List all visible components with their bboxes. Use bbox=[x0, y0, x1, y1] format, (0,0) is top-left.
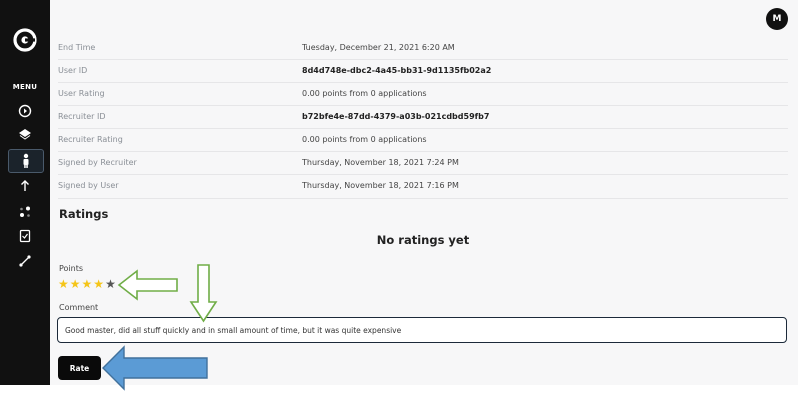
detail-label: User Rating bbox=[58, 89, 105, 98]
ratings-heading: Ratings bbox=[59, 207, 109, 221]
detail-value: 8d4d748e-dbc2-4a45-bb31-9d1135fb02a2 bbox=[302, 66, 492, 75]
rate-button[interactable]: Rate bbox=[58, 356, 101, 380]
detail-row-recruiter-id: Recruiter ID b72bfe4e-87dd-4379-a03b-021… bbox=[58, 106, 788, 128]
comment-label: Comment bbox=[59, 303, 99, 312]
menu-label: MENU bbox=[12, 83, 38, 91]
detail-label: Recruiter ID bbox=[58, 112, 106, 121]
comment-input[interactable]: Good master, did all stuff quickly and i… bbox=[57, 317, 787, 343]
detail-label: Recruiter Rating bbox=[58, 135, 123, 144]
star-icon[interactable]: ★ bbox=[58, 277, 69, 291]
star-icon[interactable]: ★ bbox=[93, 277, 104, 291]
star-icon[interactable]: ★ bbox=[105, 277, 116, 291]
logo-icon[interactable] bbox=[13, 28, 37, 52]
nodes-icon[interactable] bbox=[14, 201, 36, 223]
layers-icon[interactable] bbox=[14, 123, 36, 145]
detail-row-signed-by-user: Signed by User Thursday, November 18, 20… bbox=[58, 175, 788, 197]
link-icon[interactable] bbox=[14, 250, 36, 272]
detail-value: Tuesday, December 21, 2021 6:20 AM bbox=[302, 43, 455, 52]
no-ratings-text: No ratings yet bbox=[376, 233, 470, 247]
detail-value: Thursday, November 18, 2021 7:24 PM bbox=[302, 158, 459, 167]
comment-text: Good master, did all stuff quickly and i… bbox=[65, 326, 402, 335]
detail-value: 0.00 points from 0 applications bbox=[302, 89, 427, 98]
checklist-icon[interactable] bbox=[14, 225, 36, 247]
star-icon[interactable]: ★ bbox=[82, 277, 93, 291]
points-label: Points bbox=[59, 264, 84, 273]
detail-row-end-time: End Time Tuesday, December 21, 2021 6:20… bbox=[58, 37, 788, 59]
divider bbox=[58, 198, 788, 199]
detail-row-user-id: User ID 8d4d748e-dbc2-4a45-bb31-9d1135fb… bbox=[58, 60, 788, 82]
detail-label: Signed by Recruiter bbox=[58, 158, 137, 167]
detail-row-user-rating: User Rating 0.00 points from 0 applicati… bbox=[58, 83, 788, 105]
detail-value: 0.00 points from 0 applications bbox=[302, 135, 427, 144]
sidebar: MENU bbox=[0, 0, 50, 385]
avatar[interactable]: M bbox=[766, 8, 788, 30]
worker-icon[interactable] bbox=[8, 149, 44, 173]
star-icon[interactable]: ★ bbox=[70, 277, 81, 291]
star-rating[interactable]: ★ ★ ★ ★ ★ bbox=[58, 277, 116, 291]
detail-value: b72bfe4e-87dd-4379-a03b-021cdbd59fb7 bbox=[302, 112, 490, 121]
dashboard-icon[interactable] bbox=[14, 100, 36, 122]
detail-value: Thursday, November 18, 2021 7:16 PM bbox=[302, 181, 459, 190]
upload-icon[interactable] bbox=[14, 175, 36, 197]
detail-row-recruiter-rating: Recruiter Rating 0.00 points from 0 appl… bbox=[58, 129, 788, 151]
detail-row-signed-by-recruiter: Signed by Recruiter Thursday, November 1… bbox=[58, 152, 788, 174]
detail-label: Signed by User bbox=[58, 181, 119, 190]
detail-label: User ID bbox=[58, 66, 88, 75]
detail-label: End Time bbox=[58, 43, 96, 52]
